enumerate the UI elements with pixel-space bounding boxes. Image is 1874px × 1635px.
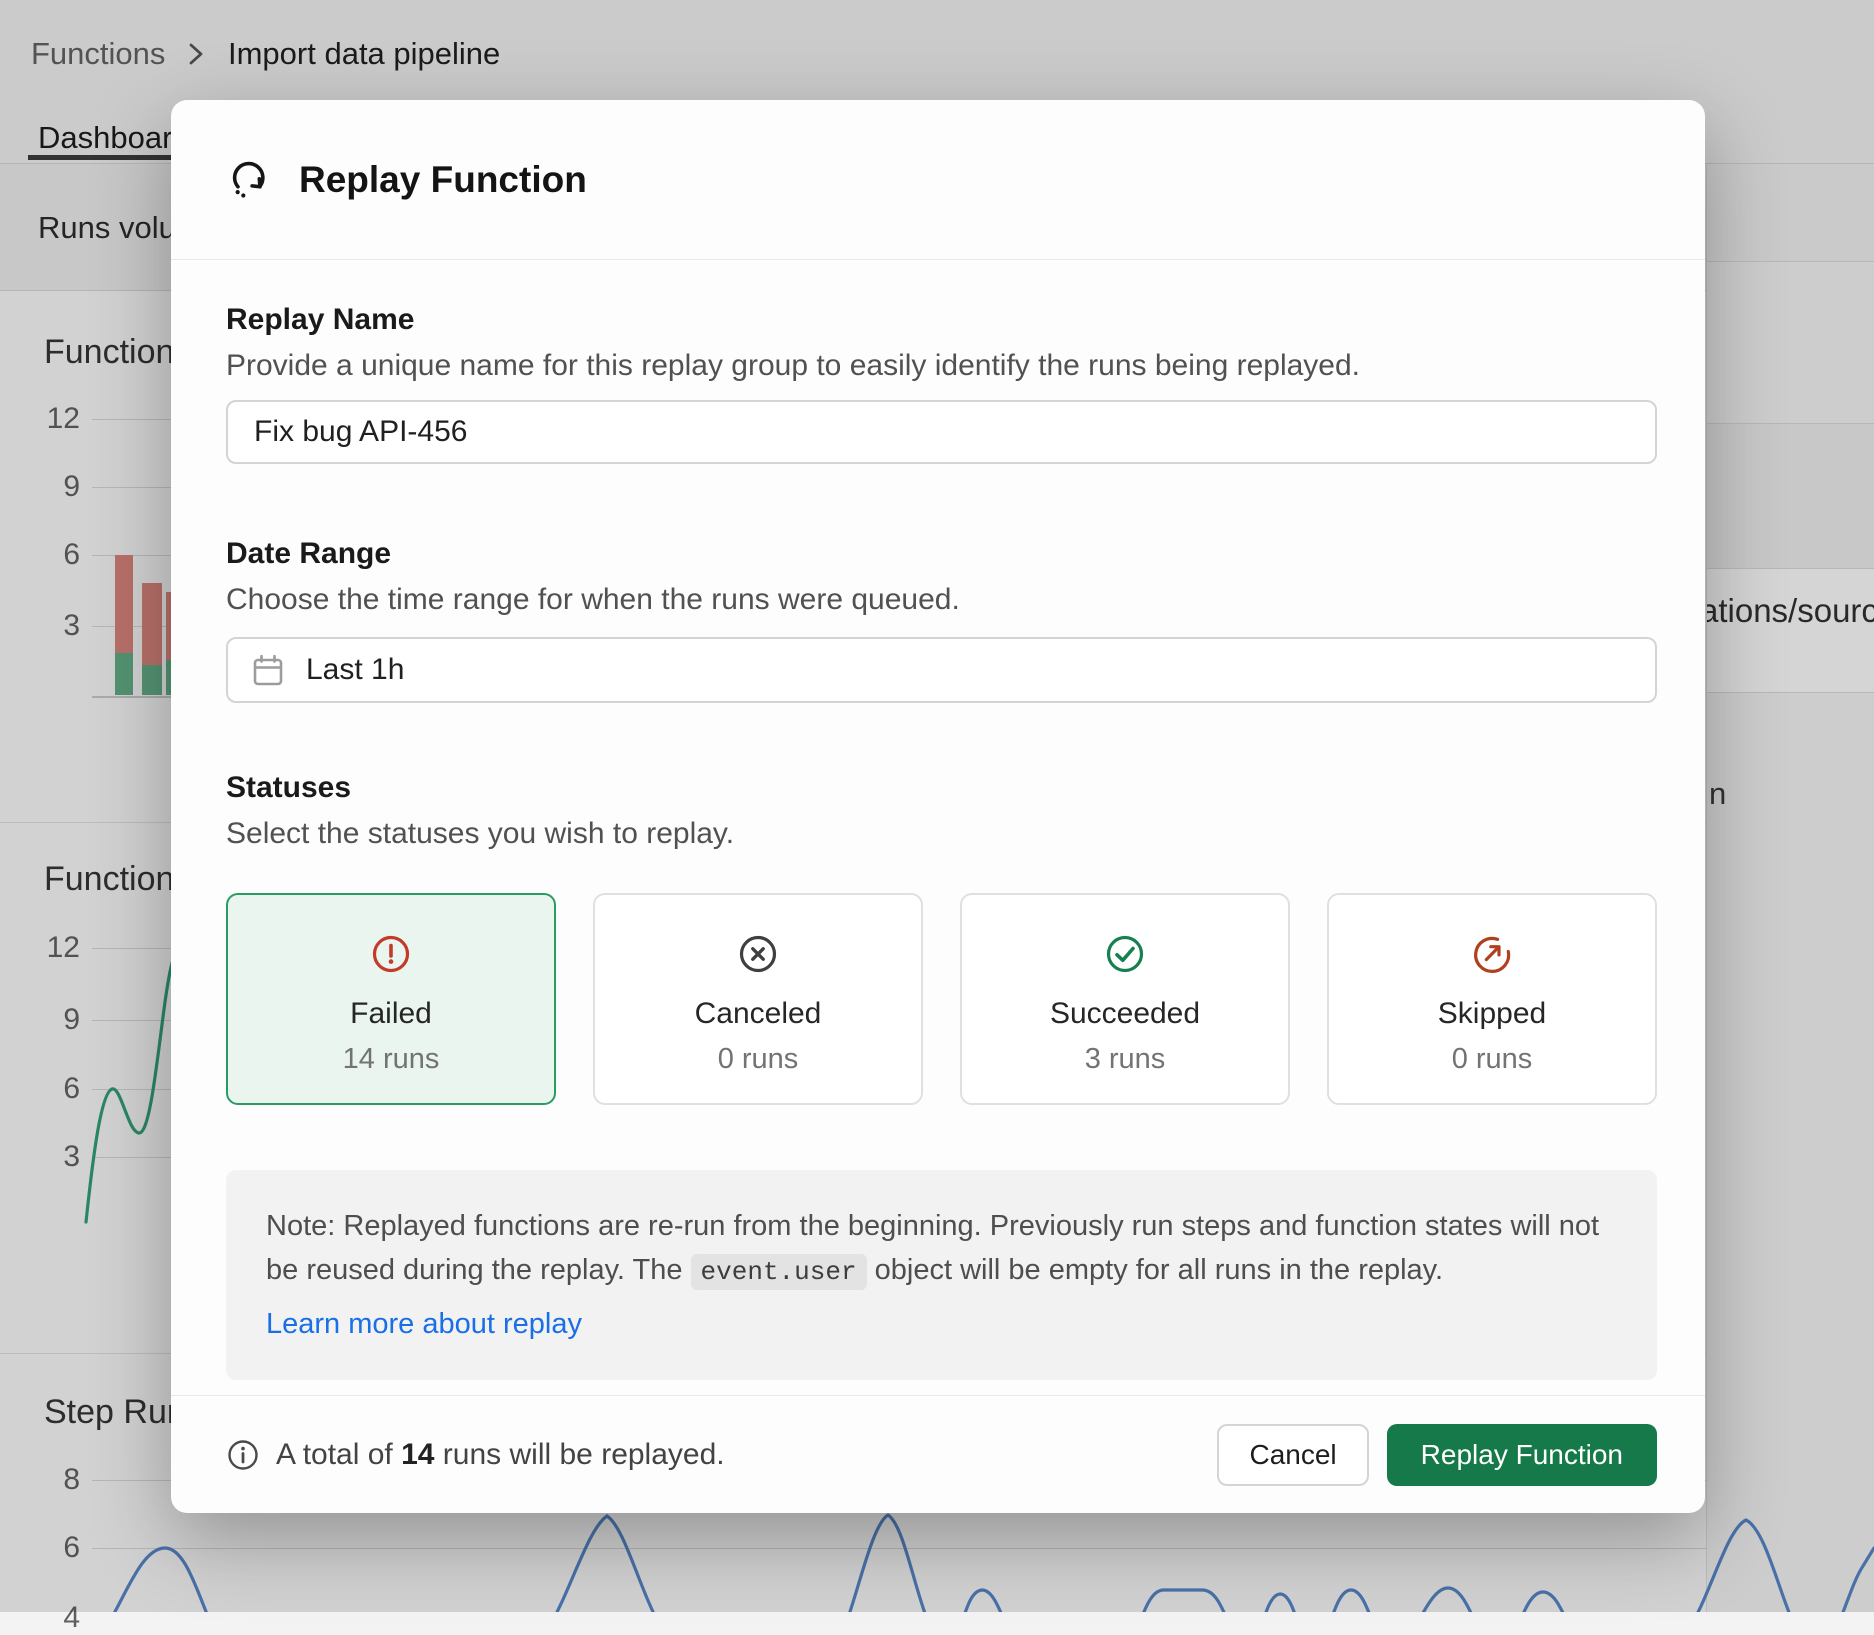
status-cards: Failed 14 runs Canceled 0 runs Succee — [226, 893, 1657, 1105]
replay-summary: A total of 14 runs will be replayed. — [226, 1438, 725, 1472]
date-range-label: Date Range — [226, 537, 391, 571]
date-range-description: Choose the time range for when the runs … — [226, 583, 960, 617]
calendar-icon — [250, 652, 286, 688]
status-card-name: Skipped — [1438, 997, 1546, 1031]
status-card-succeeded[interactable]: Succeeded 3 runs — [960, 893, 1290, 1105]
replay-name-label: Replay Name — [226, 303, 414, 337]
skip-arrow-circle-icon — [1469, 931, 1515, 977]
replay-function-button[interactable]: Replay Function — [1387, 1424, 1657, 1486]
cancel-button[interactable]: Cancel — [1217, 1424, 1368, 1486]
status-card-name: Canceled — [695, 997, 822, 1031]
statuses-label: Statuses — [226, 771, 351, 805]
status-card-canceled[interactable]: Canceled 0 runs — [593, 893, 923, 1105]
status-card-name: Succeeded — [1050, 997, 1200, 1031]
modal-footer: A total of 14 runs will be replayed. Can… — [171, 1395, 1705, 1513]
status-card-runs: 14 runs — [343, 1043, 440, 1076]
date-range-picker[interactable]: Last 1h — [226, 637, 1657, 703]
note-code-chip: event.user — [691, 1254, 867, 1290]
replay-name-description: Provide a unique name for this replay gr… — [226, 349, 1360, 383]
footer-buttons: Cancel Replay Function — [1217, 1424, 1657, 1486]
status-card-runs: 0 runs — [718, 1043, 799, 1076]
learn-more-link[interactable]: Learn more about replay — [266, 1302, 582, 1346]
modal-header: Replay Function — [171, 100, 1705, 260]
replay-icon — [227, 157, 273, 203]
status-card-name: Failed — [350, 997, 432, 1031]
statuses-description: Select the statuses you wish to replay. — [226, 817, 734, 851]
replay-name-input[interactable] — [226, 400, 1657, 464]
summary-text: A total of 14 runs will be replayed. — [276, 1438, 725, 1472]
note-text-after: object will be empty for all runs in the… — [867, 1254, 1444, 1286]
modal-title: Replay Function — [299, 159, 587, 201]
status-card-runs: 0 runs — [1452, 1043, 1533, 1076]
replay-function-modal: Replay Function Replay Name Provide a un… — [171, 100, 1705, 1513]
info-icon — [226, 1438, 260, 1472]
status-card-skipped[interactable]: Skipped 0 runs — [1327, 893, 1657, 1105]
status-card-runs: 3 runs — [1085, 1043, 1166, 1076]
x-circle-icon — [735, 931, 781, 977]
replay-note: Note: Replayed functions are re-run from… — [226, 1170, 1657, 1380]
date-range-value: Last 1h — [306, 653, 404, 687]
status-card-failed[interactable]: Failed 14 runs — [226, 893, 556, 1105]
summary-count: 14 — [401, 1438, 434, 1471]
check-circle-icon — [1102, 931, 1148, 977]
alert-circle-icon — [368, 931, 414, 977]
